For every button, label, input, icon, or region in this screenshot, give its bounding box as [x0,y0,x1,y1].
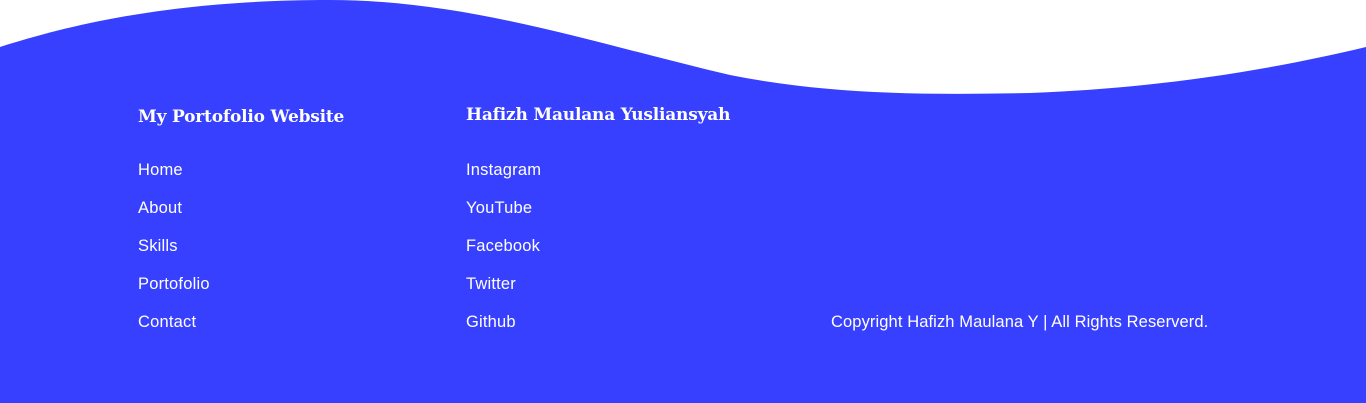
site-link-item: Home [138,159,210,197]
social-links-list: Instagram YouTube Facebook Twitter Githu… [466,159,541,349]
site-link-item: About [138,197,210,235]
social-link-item: Twitter [466,273,541,311]
author-name: Hafizh Maulana Yusliansyah [466,105,731,125]
nav-link-contact[interactable]: Contact [138,313,196,331]
social-link-item: Github [466,311,541,349]
site-link-item: Skills [138,235,210,273]
social-link-twitter[interactable]: Twitter [466,275,516,293]
nav-link-about[interactable]: About [138,199,182,217]
social-link-youtube[interactable]: YouTube [466,199,532,217]
social-link-github[interactable]: Github [466,313,516,331]
site-title: My Portofolio Website [138,107,345,127]
page-footer: My Portofolio Website Home About Skills … [0,0,1366,403]
copyright-text: Copyright Hafizh Maulana Y | All Rights … [831,313,1209,331]
social-link-facebook[interactable]: Facebook [466,237,540,255]
social-link-item: YouTube [466,197,541,235]
nav-link-home[interactable]: Home [138,161,183,179]
social-link-instagram[interactable]: Instagram [466,161,541,179]
social-link-item: Facebook [466,235,541,273]
social-link-item: Instagram [466,159,541,197]
nav-link-portofolio[interactable]: Portofolio [138,275,210,293]
site-links-list: Home About Skills Portofolio Contact [138,159,210,349]
nav-link-skills[interactable]: Skills [138,237,178,255]
site-link-item: Portofolio [138,273,210,311]
site-link-item: Contact [138,311,210,349]
